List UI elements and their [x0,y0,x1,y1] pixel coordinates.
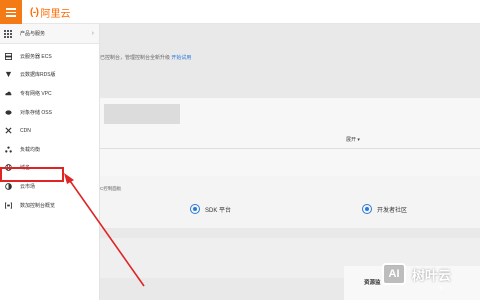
sidebar-item-label: 对象存储 OSS [20,109,52,116]
developer-community-link[interactable]: 开发者社区 [362,204,407,214]
watermark-logo: AI [382,263,406,285]
intro-text: 已控制台，管理控制台全新升级 开始试用 [100,54,191,61]
products-label: 产品与服务 [20,31,46,37]
overview-panel: 展开 ▾ [100,98,480,178]
sidebar-item-vpc[interactable]: 专有网络 VPC [0,84,99,103]
market-icon [4,182,12,190]
database-icon [4,71,12,79]
sidebar-item-rds[interactable]: 云数据库RDS版 [0,66,99,85]
expand-toggle[interactable]: 展开 ▾ [346,136,360,143]
watermark: AI 树叶云 hy [382,254,478,294]
sdk-icon [190,204,200,214]
sdk-platform-link[interactable]: SDK 平台 [190,204,231,214]
load-balancer-icon [4,145,12,153]
server-icon [4,52,12,60]
aliyun-logo[interactable]: (-) 阿里云 [30,4,71,20]
divider [100,148,480,149]
top-bar: (-) 阿里云 [0,0,480,24]
storage-icon [4,108,12,116]
watermark-small-text: hy [438,285,444,291]
sidebar-item-slb[interactable]: 负载均衡 [0,140,99,159]
sidebar-item-oss[interactable]: 对象存储 OSS [0,103,99,122]
link-label: 开发者社区 [377,207,408,214]
hamburger-icon-line [6,11,16,14]
resource-monitor-label: 资源监 [364,280,381,286]
hamburger-icon-line [6,15,16,17]
community-icon [362,204,372,214]
sidebar-item-label: CDN [20,127,31,134]
sidebar-item-label: 数加控制台概览 [20,202,56,209]
annotation-arrow [64,173,145,287]
cloud-icon [4,89,12,97]
sidebar-item-cdn[interactable]: CDN [0,121,99,140]
sidebar-item-label: 云市场 [20,183,36,190]
chevron-right-icon: › [91,30,94,37]
links-panel: C控制面板 SDK 平台 开发者社区 [100,176,480,228]
domain-highlight-box [0,167,64,182]
grid-icon [4,29,12,38]
logo-text: 阿里云 [40,8,71,20]
sidebar-item-label: 云服务器 ECS [20,53,52,60]
intro-message: 已控制台，管理控制台全新升级 [100,55,171,61]
link-label: SDK 平台 [205,207,232,214]
sidebar-item-label: 负载均衡 [20,146,41,153]
products-and-services[interactable]: 产品与服务 › [0,24,99,44]
hamburger-icon [6,8,16,10]
sidebar-item-label: 专有网络 VPC [20,90,52,97]
placeholder-block [104,104,180,124]
start-trial-link[interactable]: 开始试用 [171,55,191,61]
sidebar-item-label: 云数据库RDS版 [20,72,56,79]
menu-button[interactable] [0,0,22,24]
sidebar-item-ecs[interactable]: 云服务器 ECS [0,47,99,66]
watermark-text: 树叶云 [412,267,452,283]
cdn-icon [4,127,12,135]
console-icon [4,201,12,209]
logo-mark: (-) [30,6,39,18]
